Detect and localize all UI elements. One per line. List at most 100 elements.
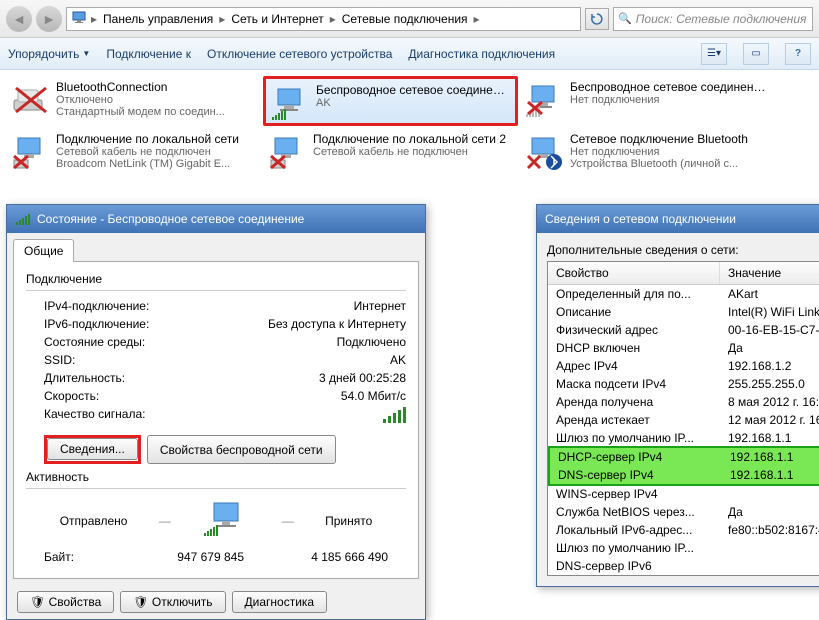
val-cell	[720, 558, 819, 574]
dialog-titlebar[interactable]: Сведения о сетевом подключении ✕	[537, 205, 819, 233]
conn-lan[interactable]: Подключение по локальной сети Сетевой ка…	[6, 128, 261, 178]
conn-status: Сетевой кабель не подключен	[56, 146, 257, 158]
nav-fwd-button[interactable]: ►	[36, 6, 62, 32]
chevron-right-icon: ▸	[474, 12, 480, 26]
conn-lan-2[interactable]: Подключение по локальной сети 2 Сетевой …	[263, 128, 518, 178]
val-cell: 192.168.1.2	[720, 358, 819, 374]
table-row[interactable]: ОписаниеIntel(R) WiFi Link 5150	[548, 303, 819, 321]
table-row[interactable]: Шлюз по умолчанию IP...192.168.1.1	[548, 429, 819, 447]
val-cell: AKart	[720, 286, 819, 302]
conn-device: Broadcom NetLink (TM) Gigabit E...	[56, 158, 257, 170]
table-row[interactable]: Адрес IPv4192.168.1.2	[548, 357, 819, 375]
highlight-box: DHCP-сервер IPv4192.168.1.1DNS-сервер IP…	[548, 446, 819, 486]
val-cell: 8 мая 2012 г. 16:53:55	[720, 394, 819, 410]
prop-cell: DNS-сервер IPv6	[548, 558, 720, 574]
table-row[interactable]: DNS-сервер IPv6	[548, 557, 819, 575]
table-row[interactable]: DHCP-сервер IPv4192.168.1.1	[550, 448, 819, 466]
val-cell: 255.255.255.0	[720, 376, 819, 392]
details-button[interactable]: Сведения...	[47, 438, 138, 460]
refresh-button[interactable]	[585, 8, 609, 30]
crumb-control-panel[interactable]: Панель управления	[101, 12, 215, 26]
prop-cell: Аренда истекает	[548, 412, 720, 428]
lan-icon	[10, 132, 50, 172]
table-row[interactable]: Маска подсети IPv4255.255.255.0	[548, 375, 819, 393]
table-row[interactable]: Служба NetBIOS через...Да	[548, 503, 819, 521]
prop-cell: DHCP-сервер IPv4	[550, 449, 722, 465]
table-row[interactable]: Шлюз по умолчанию IP...	[548, 539, 819, 557]
conn-status: Нет подключения	[570, 94, 771, 106]
disable-button[interactable]: 🛡 Отключить	[120, 591, 225, 613]
search-input[interactable]: Поиск: Сетевые подключения	[613, 7, 813, 31]
chevron-right-icon: ▸	[219, 12, 225, 26]
ssid-value: AK	[390, 353, 406, 367]
conn-status: Нет подключения	[570, 146, 771, 158]
address-bar: ◄ ► ▸ Панель управления ▸ Сеть и Интерне…	[0, 0, 819, 38]
nav-back-button[interactable]: ◄	[6, 6, 32, 32]
tab-strip: Общие	[13, 239, 419, 262]
ssid-label: SSID:	[44, 353, 75, 367]
prop-cell: Аренда получена	[548, 394, 720, 410]
duration-value: 3 дней 00:25:28	[319, 371, 406, 385]
table-row[interactable]: DHCP включенДа	[548, 339, 819, 357]
table-row[interactable]: Локальный IPv6-адрес...fe80::b502:8167:4…	[548, 521, 819, 539]
tab-general[interactable]: Общие	[13, 239, 74, 262]
table-row[interactable]: Аренда истекает12 мая 2012 г. 16:39:25	[548, 411, 819, 429]
val-cell: 12 мая 2012 г. 16:39:25	[720, 412, 819, 428]
prop-cell: DHCP включен	[548, 340, 720, 356]
status-dialog: Состояние - Беспроводное сетевое соедине…	[6, 204, 426, 620]
prop-cell: Шлюз по умолчанию IP...	[548, 540, 720, 556]
val-cell: 192.168.1.1	[722, 467, 819, 483]
col-property[interactable]: Свойство	[548, 262, 720, 284]
view-mode-button[interactable]: ☰▾	[701, 43, 727, 65]
val-cell	[720, 540, 819, 556]
conn-status: AK	[316, 97, 511, 109]
table-row[interactable]: Определенный для по...AKart	[548, 285, 819, 303]
crumb-connections[interactable]: Сетевые подключения	[340, 12, 470, 26]
wifi-properties-button[interactable]: Свойства беспроводной сети	[147, 435, 336, 464]
help-button[interactable]: ?	[785, 43, 811, 65]
ipv6-value: Без доступа к Интернету	[268, 317, 406, 331]
conn-device: Стандартный модем по соедин...	[56, 106, 257, 118]
prop-cell: DNS-сервер IPv4	[550, 467, 722, 483]
conn-bluetooth[interactable]: BluetoothConnection Отключено Стандартны…	[6, 76, 261, 126]
breadcrumb[interactable]: ▸ Панель управления ▸ Сеть и Интернет ▸ …	[66, 7, 581, 31]
properties-button[interactable]: 🛡 Свойства	[17, 591, 114, 613]
table-row[interactable]: WINS-сервер IPv4	[548, 485, 819, 503]
diagnose-button[interactable]: Диагностика подключения	[408, 47, 555, 61]
conn-name: BluetoothConnection	[56, 80, 257, 94]
table-row[interactable]: Физический адрес00-16-EB-15-C7-5C	[548, 321, 819, 339]
dialog-titlebar[interactable]: Состояние - Беспроводное сетевое соедине…	[7, 205, 425, 233]
prop-cell: WINS-сервер IPv4	[548, 486, 720, 502]
conn-name: Подключение по локальной сети 2	[313, 132, 514, 146]
conn-wifi-2[interactable]: Беспроводное сетевое соединение 2 Нет по…	[520, 76, 775, 126]
activity-icon	[202, 499, 250, 542]
preview-pane-button[interactable]: ▭	[743, 43, 769, 65]
wifi-icon	[524, 80, 564, 120]
duration-label: Длительность:	[44, 371, 125, 385]
table-row[interactable]: Аренда получена8 мая 2012 г. 16:53:55	[548, 393, 819, 411]
conn-wifi[interactable]: Беспроводное сетевое соединение AK	[263, 76, 518, 126]
signal-bars-icon	[383, 407, 406, 423]
group-activity: Активность	[26, 470, 406, 484]
recv-label: Принято	[325, 514, 372, 528]
prop-cell: Служба NetBIOS через...	[548, 504, 720, 520]
conn-bt-net[interactable]: Сетевое подключение Bluetooth Нет подклю…	[520, 128, 775, 178]
connect-to-button[interactable]: Подключение к	[106, 47, 191, 61]
prop-cell: Адрес IPv4	[548, 358, 720, 374]
col-value[interactable]: Значение	[720, 262, 819, 284]
crumb-network[interactable]: Сеть и Интернет	[229, 12, 325, 26]
disable-device-button[interactable]: Отключение сетевого устройства	[207, 47, 392, 61]
group-connection: Подключение	[26, 272, 406, 286]
details-dialog: Сведения о сетевом подключении ✕ Дополни…	[536, 204, 819, 587]
table-row[interactable]: DNS-сервер IPv4192.168.1.1	[550, 466, 819, 484]
prop-cell: Описание	[548, 304, 720, 320]
computer-icon	[71, 9, 87, 28]
prop-cell: Определенный для по...	[548, 286, 720, 302]
bluetooth-icon	[524, 132, 564, 172]
organize-menu[interactable]: Упорядочить▼	[8, 47, 90, 61]
connections-list: BluetoothConnection Отключено Стандартны…	[0, 70, 819, 184]
modem-icon	[10, 80, 50, 120]
prop-cell: Локальный IPv6-адрес...	[548, 522, 720, 538]
diagnose-button[interactable]: Диагностика	[232, 591, 328, 613]
wifi-icon	[270, 83, 310, 123]
